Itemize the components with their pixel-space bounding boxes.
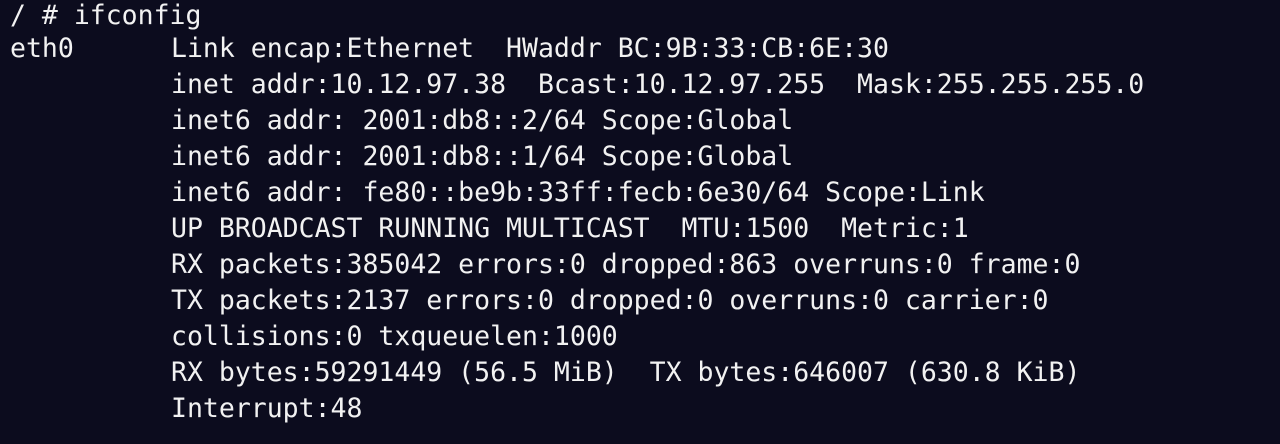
interrupt-line: Interrupt:48: [171, 393, 363, 424]
inet-addr-line: inet addr:10.12.97.38 Bcast:10.12.97.255…: [171, 69, 1145, 100]
terminal-window[interactable]: / # ifconfig eth0 Link encap:Ethernet HWa…: [0, 0, 1280, 444]
flags-line: UP BROADCAST RUNNING MULTICAST MTU:1500 …: [171, 213, 969, 244]
link-encap-line: Link encap:Ethernet HWaddr BC:9B:33:CB:6…: [171, 33, 889, 64]
rx-packets-line: RX packets:385042 errors:0 dropped:863 o…: [171, 249, 1081, 280]
interface-header-line: eth0 Link encap:Ethernet HWaddr BC:9B:33:…: [10, 31, 1280, 67]
inet6-link-addr-line: inet6 addr: fe80::be9b:33ff:fecb:6e30/64…: [171, 177, 985, 208]
bytes-line: RX bytes:59291449 (56.5 MiB) TX bytes:64…: [171, 357, 1081, 388]
collisions-line: collisions:0 txqueuelen:1000: [171, 321, 618, 352]
tx-packets-line: TX packets:2137 errors:0 dropped:0 overr…: [171, 285, 1049, 316]
inet6-addr-line: inet6 addr: 2001:db8::1/64 Scope:Global: [171, 141, 794, 172]
inet6-addr-line: inet6 addr: 2001:db8::2/64 Scope:Global: [171, 105, 794, 136]
command-line: / # ifconfig: [10, 0, 202, 31]
interface-name: eth0: [10, 33, 74, 64]
